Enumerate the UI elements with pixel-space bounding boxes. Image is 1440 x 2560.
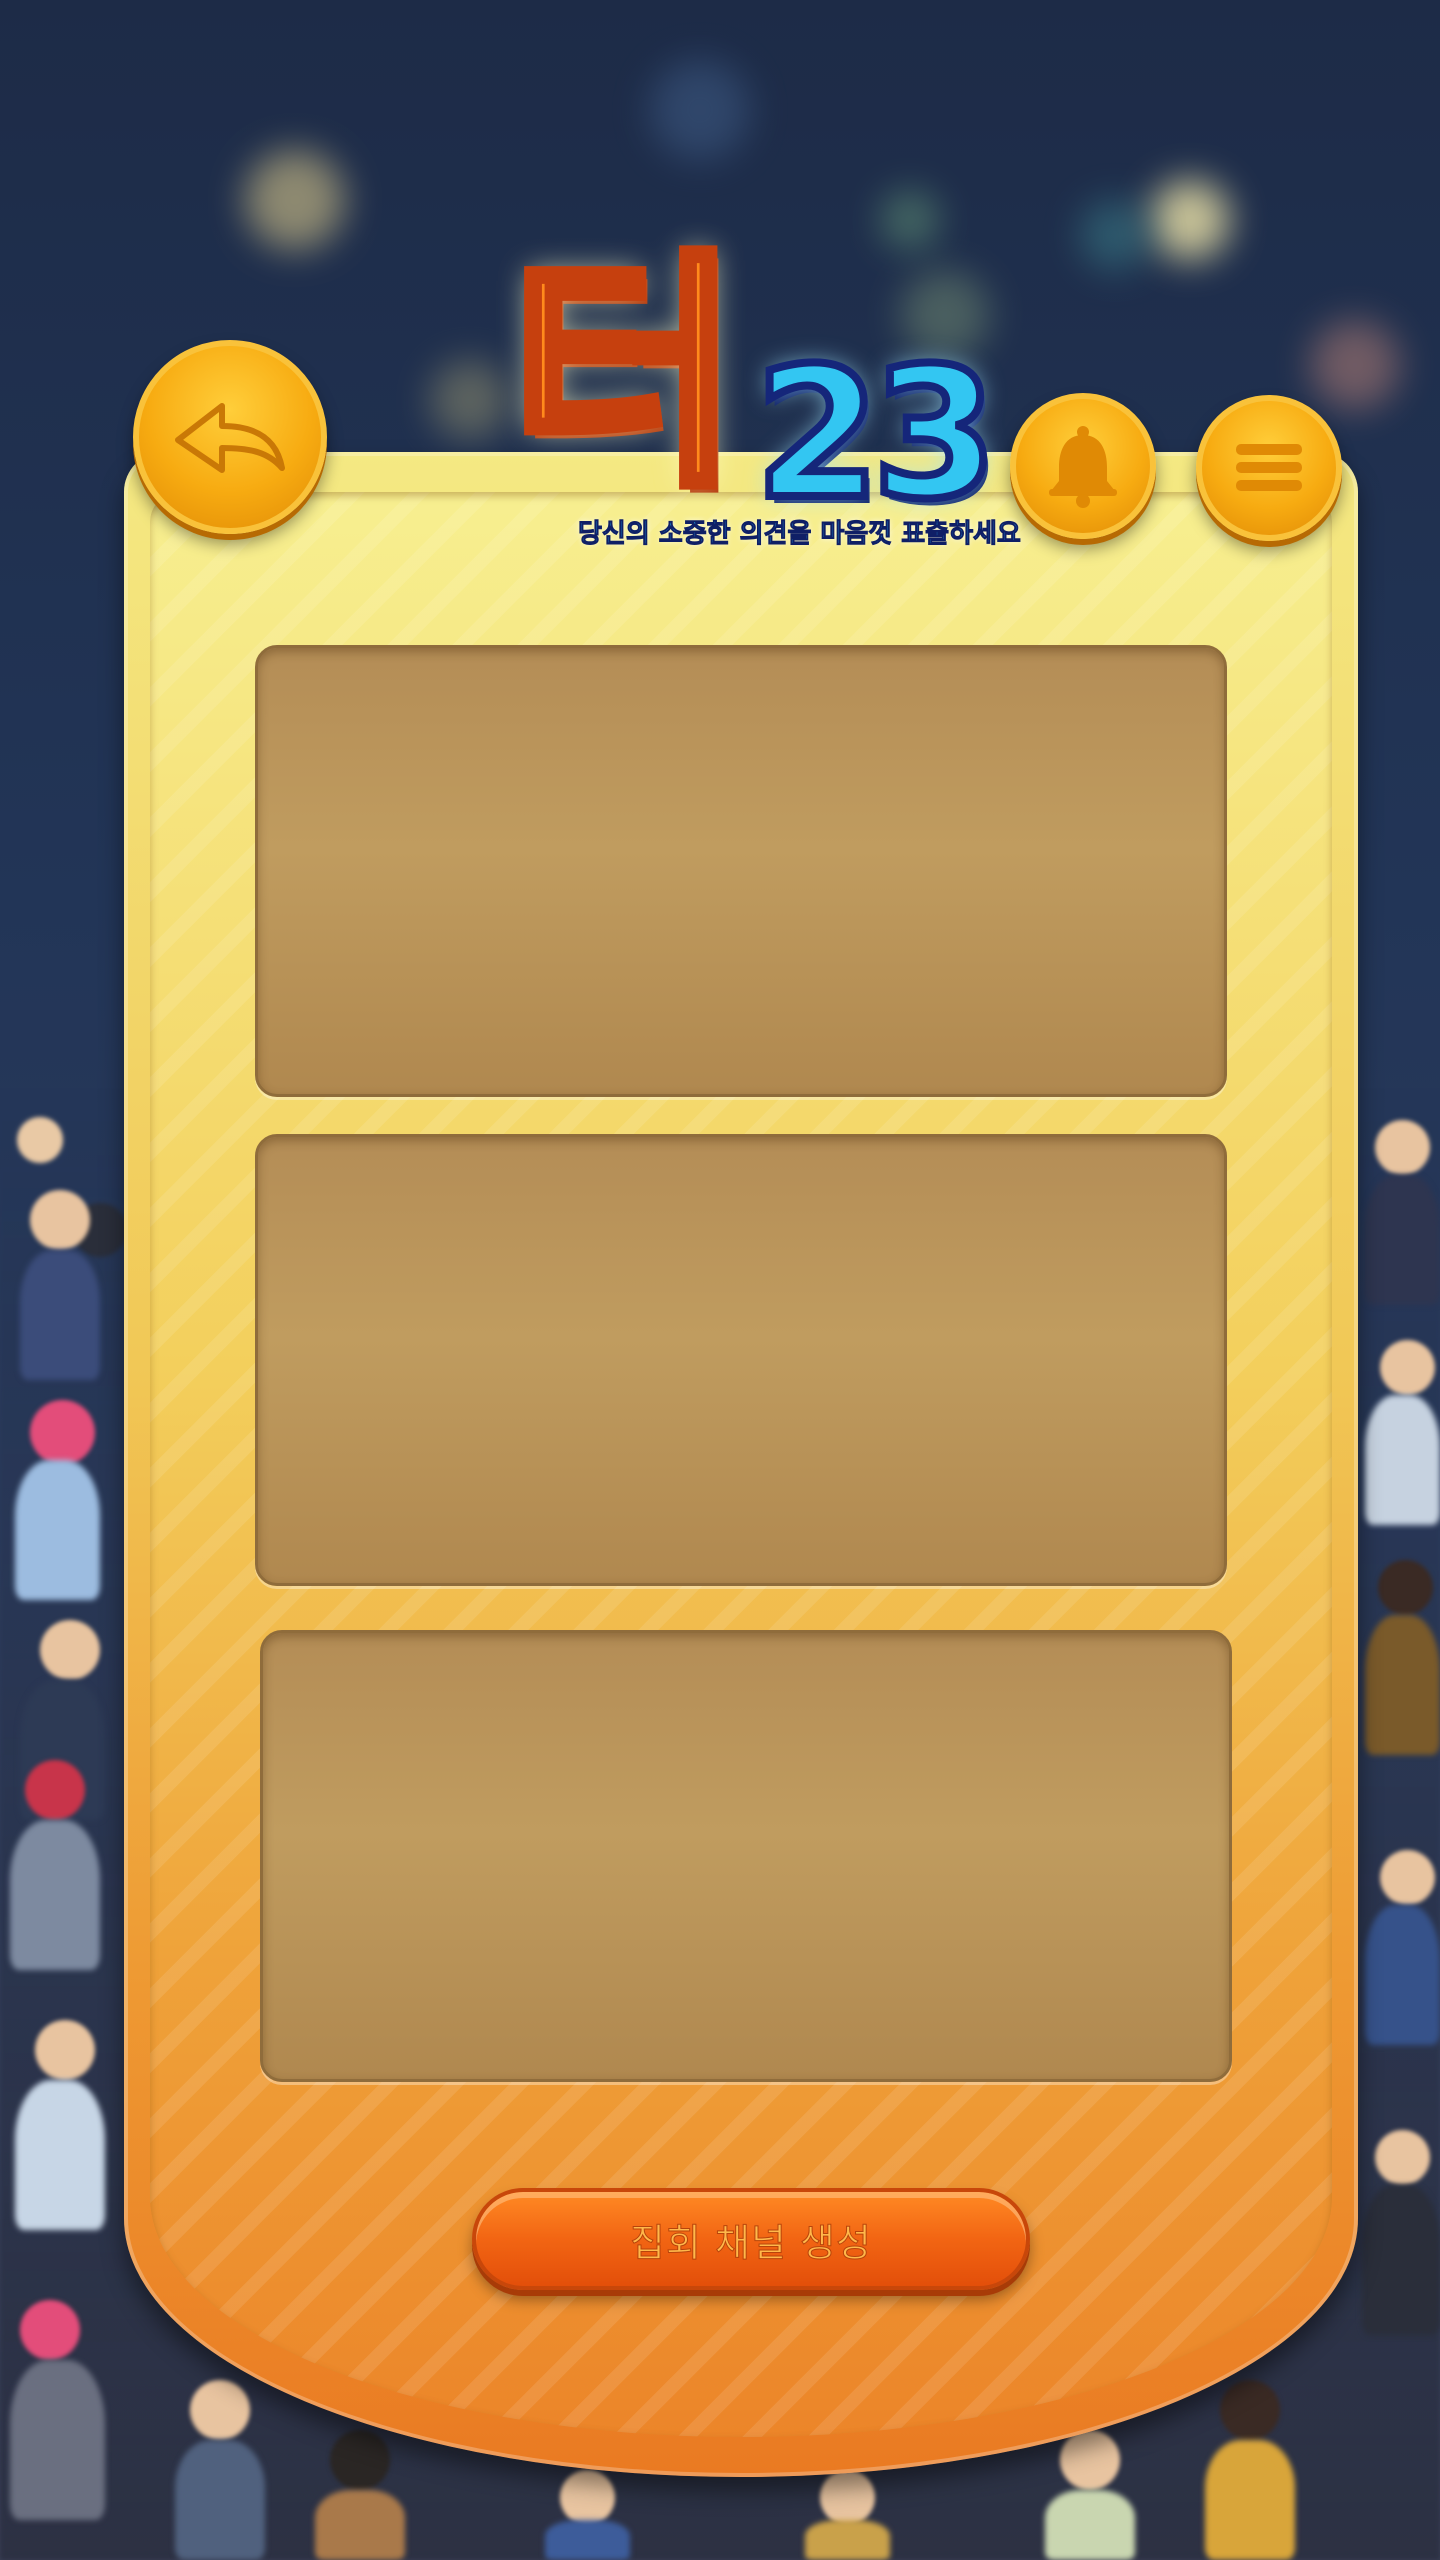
crowd-person xyxy=(1205,2440,1295,2560)
crowd-head xyxy=(190,2380,250,2440)
app-logo: 터 23 당신의 소중한 의견을 마음껏 표출하세요 xyxy=(500,229,1021,560)
crowd-person xyxy=(10,1820,100,1970)
logo-tagline: 당신의 소중한 의견을 마음껏 표출하세요 xyxy=(578,519,1022,550)
notification-button[interactable] xyxy=(1010,393,1156,539)
bell-icon xyxy=(1049,426,1117,508)
content-panel-2[interactable] xyxy=(255,1134,1227,1586)
crowd-head xyxy=(20,2300,80,2360)
crowd-person xyxy=(15,2080,105,2230)
bokeh-light xyxy=(245,150,345,250)
crowd-person xyxy=(20,1250,100,1380)
bokeh-light xyxy=(1150,180,1230,260)
crowd-head xyxy=(1378,1560,1433,1615)
create-channel-button[interactable]: 집회 채널 생성 xyxy=(472,2188,1030,2290)
crowd-head xyxy=(25,1760,85,1820)
bokeh-light xyxy=(1310,320,1400,410)
crowd-person xyxy=(1045,2490,1135,2560)
content-panel-3[interactable] xyxy=(260,1630,1232,2082)
bokeh-light xyxy=(430,360,510,440)
logo-title-han: 터 xyxy=(505,229,745,520)
back-button[interactable] xyxy=(133,340,327,534)
crowd-person xyxy=(545,2520,630,2560)
logo-title-number: 23 xyxy=(751,330,1001,539)
crowd-head xyxy=(30,1190,90,1250)
crowd-head xyxy=(35,2020,95,2080)
crowd-head xyxy=(1380,1340,1435,1395)
content-panel-1[interactable] xyxy=(255,645,1227,1097)
crowd-person xyxy=(15,1460,100,1600)
crowd-person xyxy=(10,2360,105,2520)
crowd-head xyxy=(30,1400,95,1465)
crowd-person xyxy=(1365,1905,1440,2045)
bokeh-light xyxy=(1080,200,1150,270)
crowd-head xyxy=(40,1620,100,1680)
menu-button[interactable] xyxy=(1196,395,1342,541)
crowd-person xyxy=(1365,1175,1440,1305)
crowd-head xyxy=(820,2470,875,2525)
bokeh-light xyxy=(650,60,750,160)
crowd-person xyxy=(805,2520,890,2560)
create-channel-label: 집회 채널 생성 xyxy=(630,2220,872,2265)
crowd-head xyxy=(1375,2130,1430,2185)
crowd-person xyxy=(1362,2185,1440,2335)
crowd-person xyxy=(1365,1395,1440,1525)
crowd-head xyxy=(1060,2430,1120,2490)
crowd-head xyxy=(1375,1120,1430,1175)
crowd-head xyxy=(1380,1850,1435,1905)
bokeh-light xyxy=(880,190,940,250)
crowd-head xyxy=(330,2430,390,2490)
back-arrow-icon xyxy=(175,403,285,473)
crowd-person xyxy=(175,2440,265,2560)
crowd-person xyxy=(1365,1615,1440,1755)
menu-icon xyxy=(1236,444,1302,491)
crowd-head xyxy=(1220,2380,1280,2440)
crowd-head xyxy=(560,2470,615,2525)
crowd-person xyxy=(315,2490,405,2560)
